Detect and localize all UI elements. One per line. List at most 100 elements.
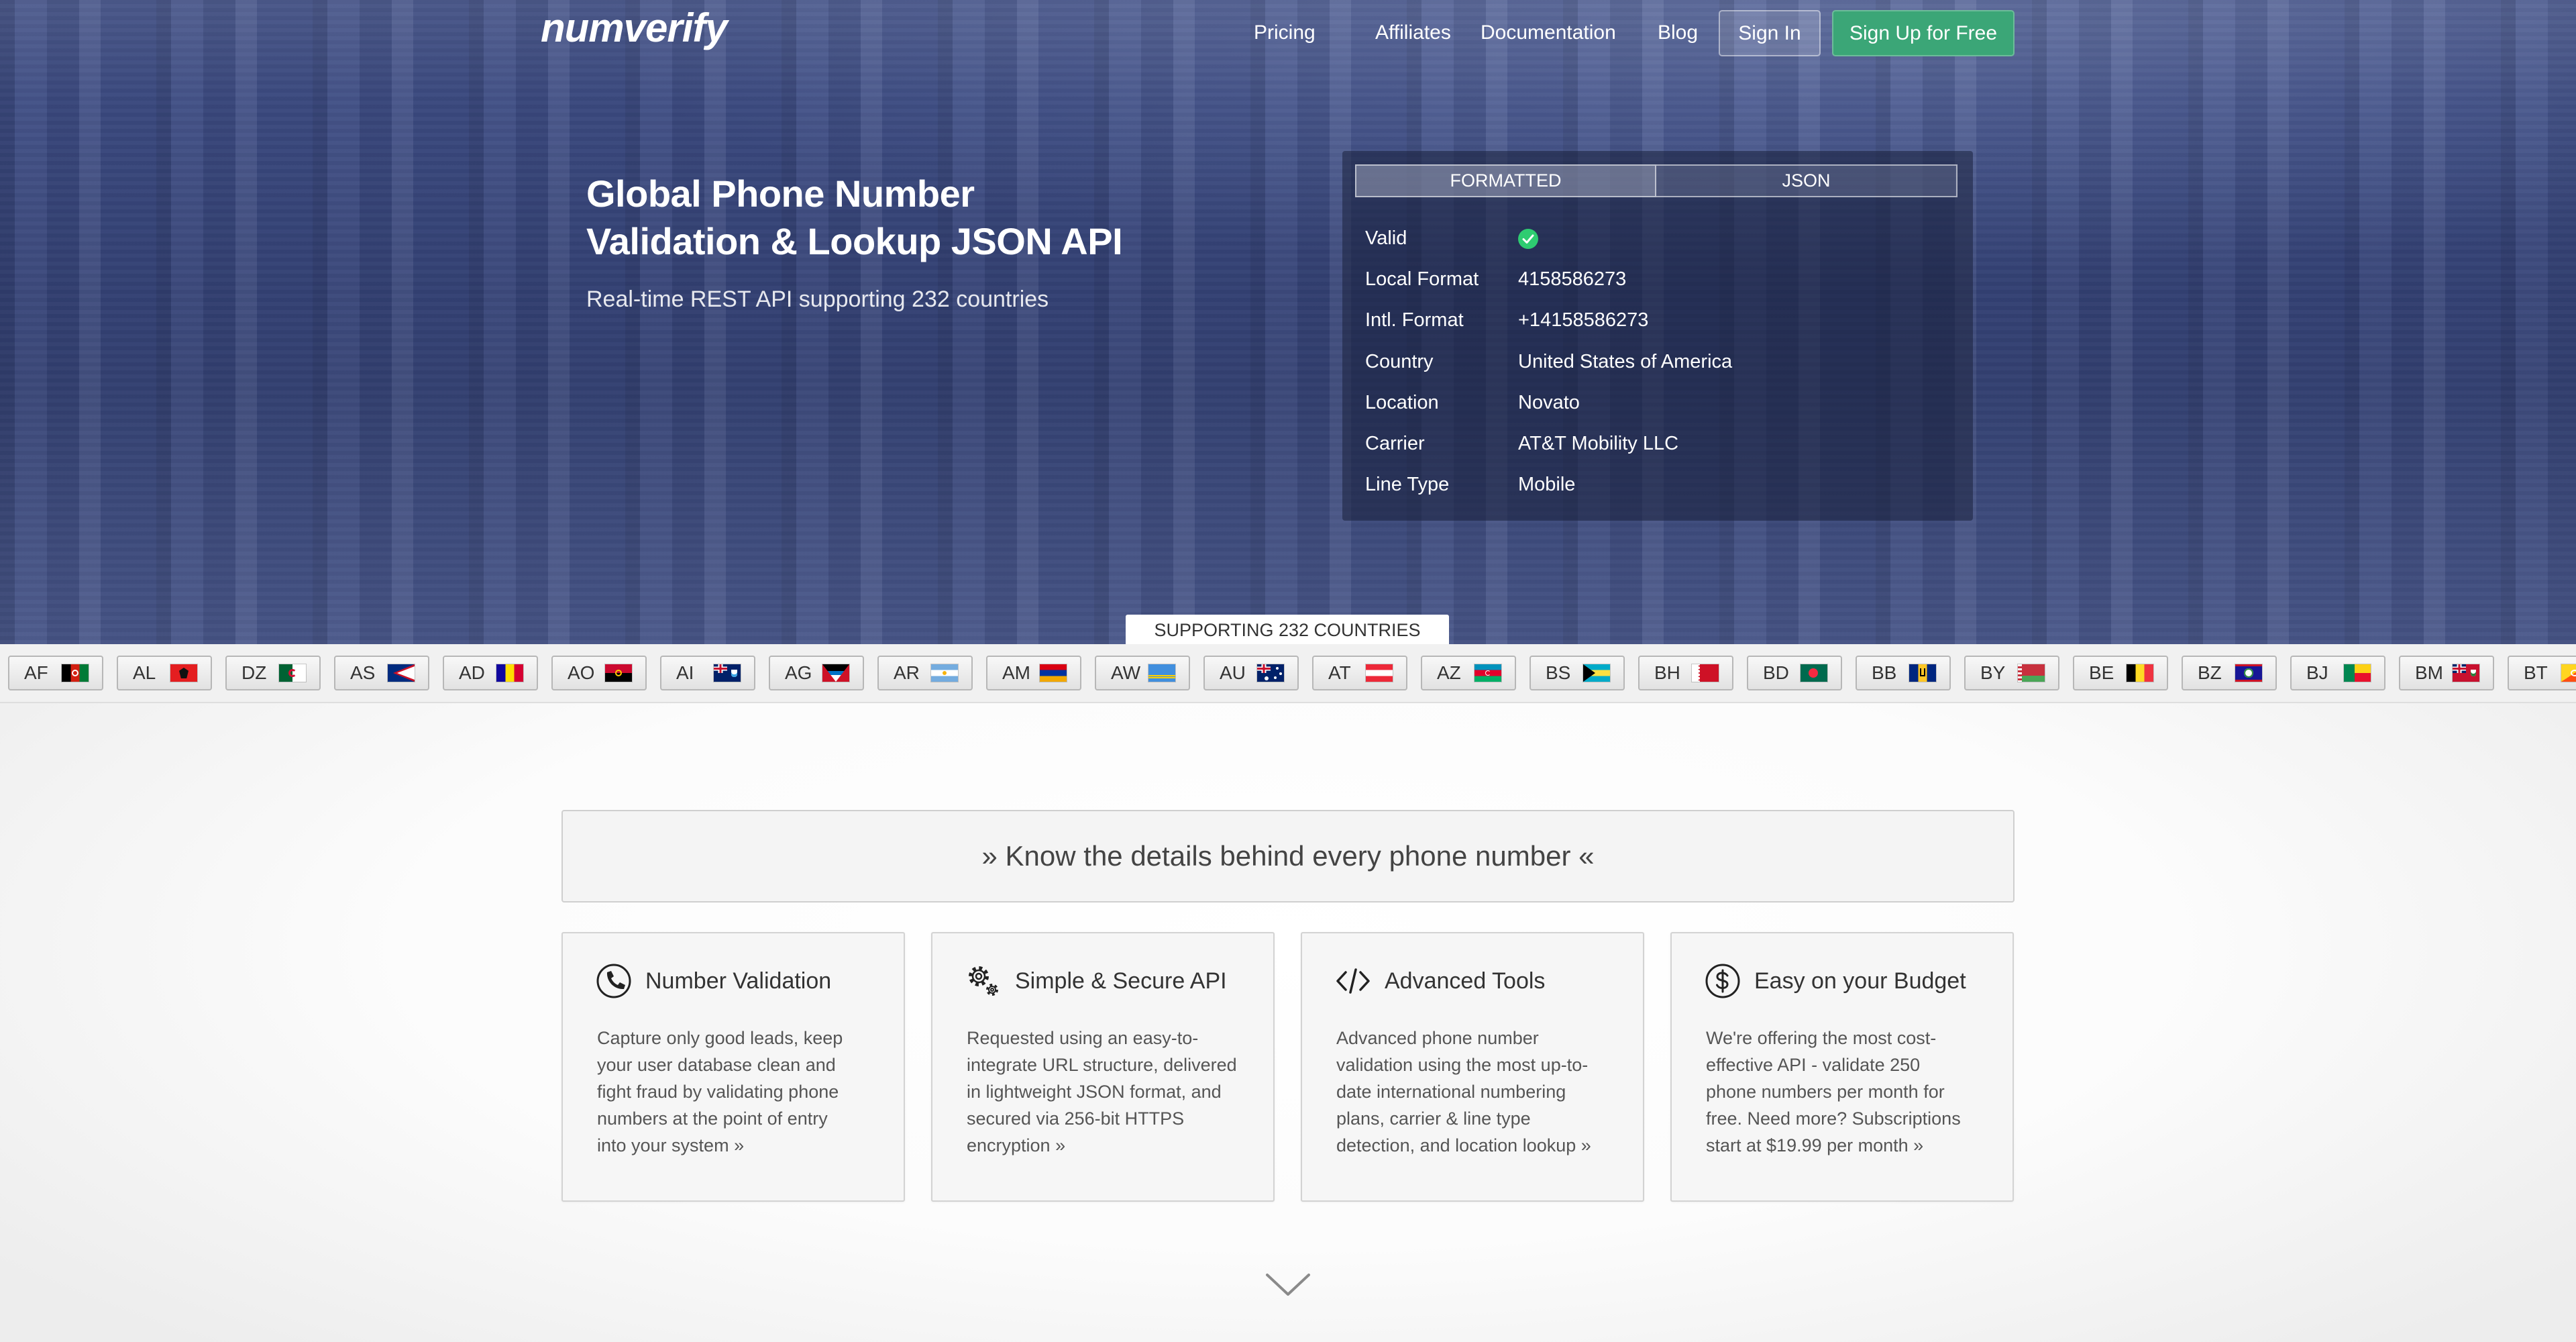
row-value: Mobile [1518, 474, 1576, 496]
country-chip-dz[interactable]: DZ [225, 656, 321, 690]
feature-description-line: in lightweight JSON format, and [967, 1082, 1222, 1102]
feature-title: Easy on your Budget [1754, 968, 1966, 994]
feature-card-advanced-tools[interactable]: Advanced Tools Advanced phone number val… [1301, 932, 1644, 1202]
flag-at-icon [1366, 664, 1393, 682]
feature-card-easy-on-budget[interactable]: Easy on your Budget We're offering the m… [1670, 932, 2014, 1202]
feature-description-line: Advanced phone number [1336, 1028, 1539, 1048]
feature-description-line[interactable]: encryption » [967, 1132, 1237, 1159]
country-code: BS [1546, 662, 1571, 683]
country-chip-bd[interactable]: BD [1747, 656, 1842, 690]
countries-tab-label: SUPPORTING 232 COUNTRIES [1126, 615, 1449, 644]
feature-description-line: date international numbering [1336, 1082, 1566, 1102]
logo[interactable]: numverify [541, 5, 728, 52]
country-chip-by[interactable]: BY [1964, 656, 2059, 690]
feature-description-line: plans, carrier & line type [1336, 1108, 1531, 1129]
country-chip-be[interactable]: BE [2073, 656, 2168, 690]
nav-affiliates[interactable]: Affiliates [1375, 19, 1451, 46]
flag-bj-icon [2344, 664, 2371, 682]
result-rows: Valid Local Format 4158586273 Intl. Form… [1342, 218, 1973, 505]
row-label: Carrier [1365, 432, 1425, 454]
country-code: AZ [1437, 662, 1461, 683]
hero-title-line-1: Global Phone Number [586, 172, 975, 215]
chevron-down-icon[interactable] [1265, 1273, 1311, 1297]
sign-in-button[interactable]: Sign In [1719, 10, 1821, 56]
flag-bt-icon [2561, 664, 2576, 682]
row-value: 4158586273 [1518, 268, 1627, 291]
country-chip-bt[interactable]: BT [2508, 656, 2576, 690]
country-chip-am[interactable]: AM [986, 656, 1081, 690]
country-code: BY [1980, 662, 2006, 683]
country-chip-bs[interactable]: BS [1529, 656, 1625, 690]
feature-description-line: numbers at the point of entry [597, 1108, 828, 1129]
feature-description: We're offering the most cost- effective … [1706, 1025, 1961, 1159]
flag-bz-icon [2235, 664, 2262, 682]
country-chip-bh[interactable]: BH [1638, 656, 1733, 690]
code-icon [1336, 968, 1370, 994]
country-chip-aw[interactable]: AW [1095, 656, 1190, 690]
country-chip-ad[interactable]: AD [443, 656, 538, 690]
country-chip-ar[interactable]: AR [877, 656, 973, 690]
gears-icon [969, 966, 998, 996]
nav-pricing[interactable]: Pricing [1254, 19, 1316, 46]
country-chip-as[interactable]: AS [334, 656, 429, 690]
feature-card-simple-secure-api[interactable]: Simple & Secure API Requested using an e… [931, 932, 1275, 1202]
country-code: AR [894, 662, 920, 683]
flag-au-icon [1257, 664, 1284, 682]
country-code: AM [1002, 662, 1030, 683]
feature-description-line: Capture only good leads, keep [597, 1028, 843, 1048]
row-label: Country [1365, 350, 1434, 372]
country-chip-az[interactable]: AZ [1421, 656, 1516, 690]
country-code: AD [459, 662, 485, 683]
nav-blog[interactable]: Blog [1658, 19, 1698, 46]
country-chip-ag[interactable]: AG [769, 656, 864, 690]
country-chip-bb[interactable]: BB [1856, 656, 1951, 690]
row-value: AT&T Mobility LLC [1518, 432, 1679, 454]
row-label: Intl. Format [1365, 309, 1464, 331]
hero-title: Global Phone Number Validation & Lookup … [586, 170, 1123, 265]
country-code: BT [2524, 662, 2548, 683]
flag-az-icon [1474, 664, 1501, 682]
features-section [0, 703, 2576, 1342]
result-row-country: Country United States of America [1342, 342, 1973, 382]
country-chip-al[interactable]: AL [117, 656, 212, 690]
country-strip: AF AL DZ AS AD AO AI AG AR AM AW AU AT AZ BS BH BD BB BY BE… [0, 644, 2576, 703]
country-code: BE [2089, 662, 2114, 683]
country-chip-at[interactable]: AT [1312, 656, 1407, 690]
flag-ar-icon [931, 664, 958, 682]
country-chip-ai[interactable]: AI [660, 656, 755, 690]
country-code: AU [1220, 662, 1246, 683]
feature-description: Capture only good leads, keep your user … [597, 1025, 843, 1159]
nav-documentation[interactable]: Documentation [1481, 19, 1616, 46]
feature-description-line[interactable]: into your system » [597, 1132, 843, 1159]
country-chip-bm[interactable]: BM [2399, 656, 2494, 690]
flag-bh-icon [1692, 664, 1719, 682]
feature-description: Advanced phone number validation using t… [1336, 1025, 1591, 1159]
flag-be-icon [2127, 664, 2153, 682]
feature-description: Requested using an easy-to- integrate UR… [967, 1025, 1237, 1159]
country-chip-au[interactable]: AU [1203, 656, 1299, 690]
feature-title: Advanced Tools [1385, 968, 1546, 994]
sign-up-button[interactable]: Sign Up for Free [1832, 10, 2015, 56]
feature-description-line[interactable]: start at $19.99 per month » [1706, 1132, 1961, 1159]
feature-description-line: fight fraud by validating phone [597, 1082, 839, 1102]
feature-description-line[interactable]: detection, and location lookup » [1336, 1132, 1591, 1159]
row-label: Location [1365, 391, 1439, 413]
feature-description-line: validation using the most up-to- [1336, 1055, 1589, 1075]
feature-description-line: We're offering the most cost- [1706, 1028, 1937, 1048]
feature-card-number-validation[interactable]: Number Validation Capture only good lead… [561, 932, 905, 1202]
country-chip-bj[interactable]: BJ [2290, 656, 2385, 690]
flag-bb-icon [1909, 664, 1936, 682]
feature-description-line: free. Need more? Subscriptions [1706, 1108, 1961, 1129]
country-chip-ao[interactable]: AO [551, 656, 647, 690]
tab-json[interactable]: JSON [1656, 164, 1957, 197]
tab-formatted[interactable]: FORMATTED [1355, 164, 1656, 197]
country-code: AW [1111, 662, 1141, 683]
result-row-local-format: Local Format 4158586273 [1342, 259, 1973, 300]
country-chip-af[interactable]: AF [8, 656, 103, 690]
country-code: AO [568, 662, 595, 683]
feature-description-line: phone numbers per month for [1706, 1082, 1945, 1102]
row-value: Novato [1518, 391, 1580, 413]
feature-title: Number Validation [645, 968, 832, 994]
country-chip-bz[interactable]: BZ [2182, 656, 2277, 690]
flag-by-icon [2018, 664, 2045, 682]
